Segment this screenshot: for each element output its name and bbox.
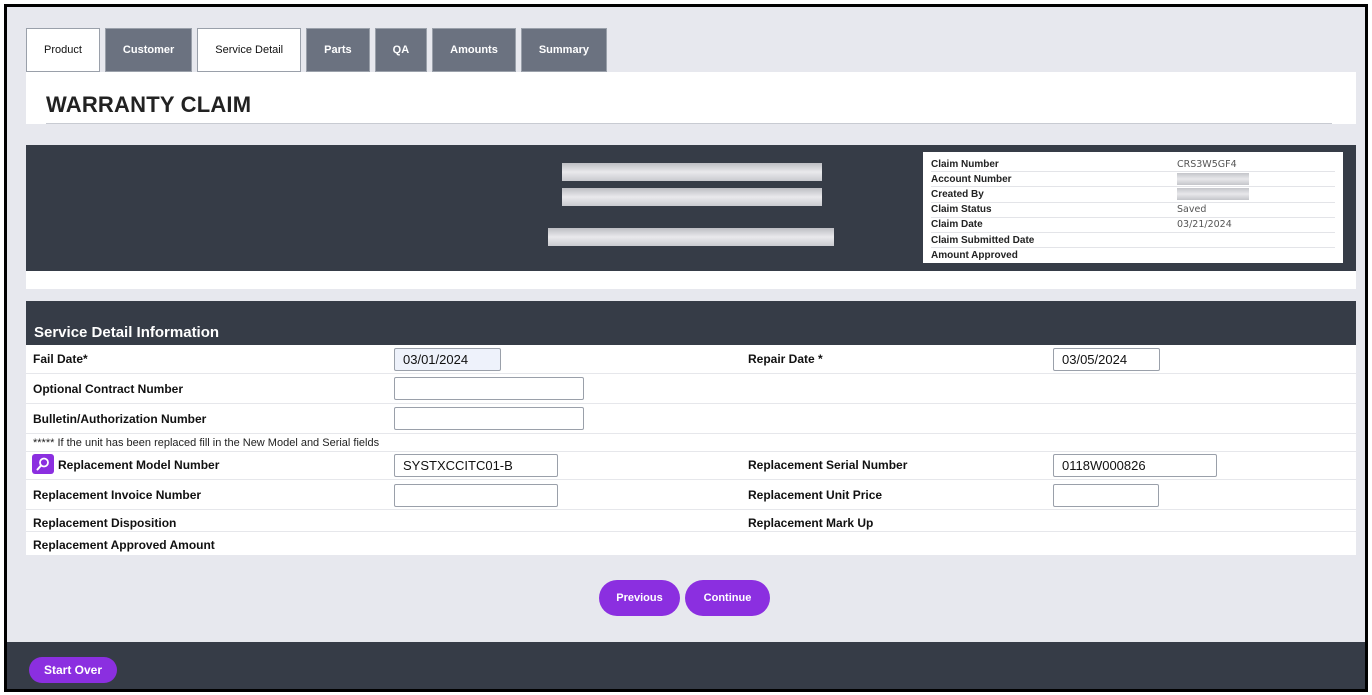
account-number-label: Account Number bbox=[931, 173, 1012, 185]
bulletin-label: Bulletin/Authorization Number bbox=[33, 412, 207, 426]
amount-approved-row: Amount Approved bbox=[931, 248, 1335, 263]
created-by-label: Created By bbox=[931, 188, 984, 200]
created-by-redacted bbox=[1177, 188, 1249, 201]
claim-number-row: Claim Number CRS3W5GF4 bbox=[931, 157, 1335, 173]
replacement-serial-input[interactable]: 0118W000826 bbox=[1053, 454, 1217, 477]
claim-status-value: Saved bbox=[1177, 204, 1207, 216]
fail-date-input[interactable]: 03/01/2024 bbox=[394, 348, 501, 371]
replacement-model-row: Replacement Model Number SYSTXCCITC01-B … bbox=[26, 452, 1356, 480]
replacement-disposition-label: Replacement Disposition bbox=[33, 516, 177, 530]
replacement-invoice-input[interactable] bbox=[394, 484, 558, 507]
page-title: WARRANTY CLAIM bbox=[46, 92, 252, 117]
account-number-redacted bbox=[1177, 173, 1249, 186]
app-frame: Product Customer Service Detail Parts QA… bbox=[4, 4, 1368, 692]
bulletin-row: Bulletin/Authorization Number bbox=[26, 404, 1356, 434]
created-by-row: Created By bbox=[931, 187, 1335, 203]
footer-bar: Start Over bbox=[7, 642, 1365, 689]
bulletin-input[interactable] bbox=[394, 407, 584, 430]
tab-amounts[interactable]: Amounts bbox=[432, 28, 516, 72]
claim-date-value: 03/21/2024 bbox=[1177, 219, 1232, 231]
redacted-line-2 bbox=[562, 188, 822, 206]
replacement-serial-label: Replacement Serial Number bbox=[748, 458, 908, 472]
repair-date-label: Repair Date * bbox=[748, 352, 823, 366]
replacement-model-label: Replacement Model Number bbox=[58, 458, 220, 472]
replacement-invoice-row: Replacement Invoice Number Replacement U… bbox=[26, 480, 1356, 510]
previous-button[interactable]: Previous bbox=[599, 580, 680, 616]
header-spacer bbox=[26, 271, 1356, 289]
claim-date-label: Claim Date bbox=[931, 219, 983, 231]
optional-contract-label: Optional Contract Number bbox=[33, 382, 184, 396]
tab-product[interactable]: Product bbox=[26, 28, 100, 72]
section-header: Service Detail Information bbox=[26, 301, 1356, 345]
tab-qa[interactable]: QA bbox=[374, 28, 428, 72]
replacement-note: ***** If the unit has been replaced fill… bbox=[33, 437, 380, 449]
tab-summary[interactable]: Summary bbox=[520, 28, 607, 72]
service-detail-form: Fail Date* 03/01/2024 Repair Date * 03/0… bbox=[26, 345, 1356, 555]
redacted-line-1 bbox=[562, 163, 822, 181]
claim-status-row: Claim Status Saved bbox=[931, 203, 1335, 218]
account-number-row: Account Number bbox=[931, 172, 1335, 188]
model-lookup-button[interactable] bbox=[32, 454, 54, 474]
replacement-invoice-label: Replacement Invoice Number bbox=[33, 488, 202, 502]
redacted-line-3 bbox=[548, 228, 834, 246]
title-divider bbox=[46, 123, 1332, 124]
claim-header-panel: Claim Number CRS3W5GF4 Account Number Cr… bbox=[26, 145, 1356, 271]
claim-number-value: CRS3W5GF4 bbox=[1177, 158, 1237, 170]
optional-contract-input[interactable] bbox=[394, 377, 584, 400]
claim-submitted-date-row: Claim Submitted Date bbox=[931, 233, 1335, 249]
replacement-disposition-row: Replacement Disposition Replacement Mark… bbox=[26, 510, 1356, 532]
claim-date-row: Claim Date 03/21/2024 bbox=[931, 218, 1335, 233]
optional-contract-row: Optional Contract Number bbox=[26, 374, 1356, 404]
claim-number-label: Claim Number bbox=[931, 158, 999, 170]
continue-button[interactable]: Continue bbox=[685, 580, 770, 616]
tab-service-detail[interactable]: Service Detail bbox=[197, 28, 302, 72]
replacement-approved-row: Replacement Approved Amount bbox=[26, 532, 1356, 555]
replacement-markup-label: Replacement Mark Up bbox=[748, 516, 874, 530]
tab-parts[interactable]: Parts bbox=[306, 28, 370, 72]
fail-date-label: Fail Date* bbox=[33, 352, 88, 366]
tab-bar: Product Customer Service Detail Parts QA… bbox=[26, 28, 607, 72]
start-over-button[interactable]: Start Over bbox=[29, 657, 117, 683]
fail-date-row: Fail Date* 03/01/2024 Repair Date * 03/0… bbox=[26, 345, 1356, 374]
replacement-note-row: ***** If the unit has been replaced fill… bbox=[26, 434, 1356, 452]
search-icon bbox=[36, 457, 49, 471]
claim-status-label: Claim Status bbox=[931, 204, 992, 216]
amount-approved-label: Amount Approved bbox=[931, 250, 1018, 262]
repair-date-input[interactable]: 03/05/2024 bbox=[1053, 348, 1160, 371]
replacement-model-input[interactable]: SYSTXCCITC01-B bbox=[394, 454, 558, 477]
replacement-unit-price-label: Replacement Unit Price bbox=[748, 488, 883, 502]
replacement-approved-label: Replacement Approved Amount bbox=[33, 538, 215, 552]
claim-info-box: Claim Number CRS3W5GF4 Account Number Cr… bbox=[923, 152, 1343, 263]
section-title: Service Detail Information bbox=[34, 324, 220, 341]
title-panel: WARRANTY CLAIM bbox=[26, 72, 1356, 124]
tab-customer[interactable]: Customer bbox=[104, 28, 193, 72]
replacement-unit-price-input[interactable] bbox=[1053, 484, 1159, 507]
claim-submitted-date-label: Claim Submitted Date bbox=[931, 234, 1035, 246]
